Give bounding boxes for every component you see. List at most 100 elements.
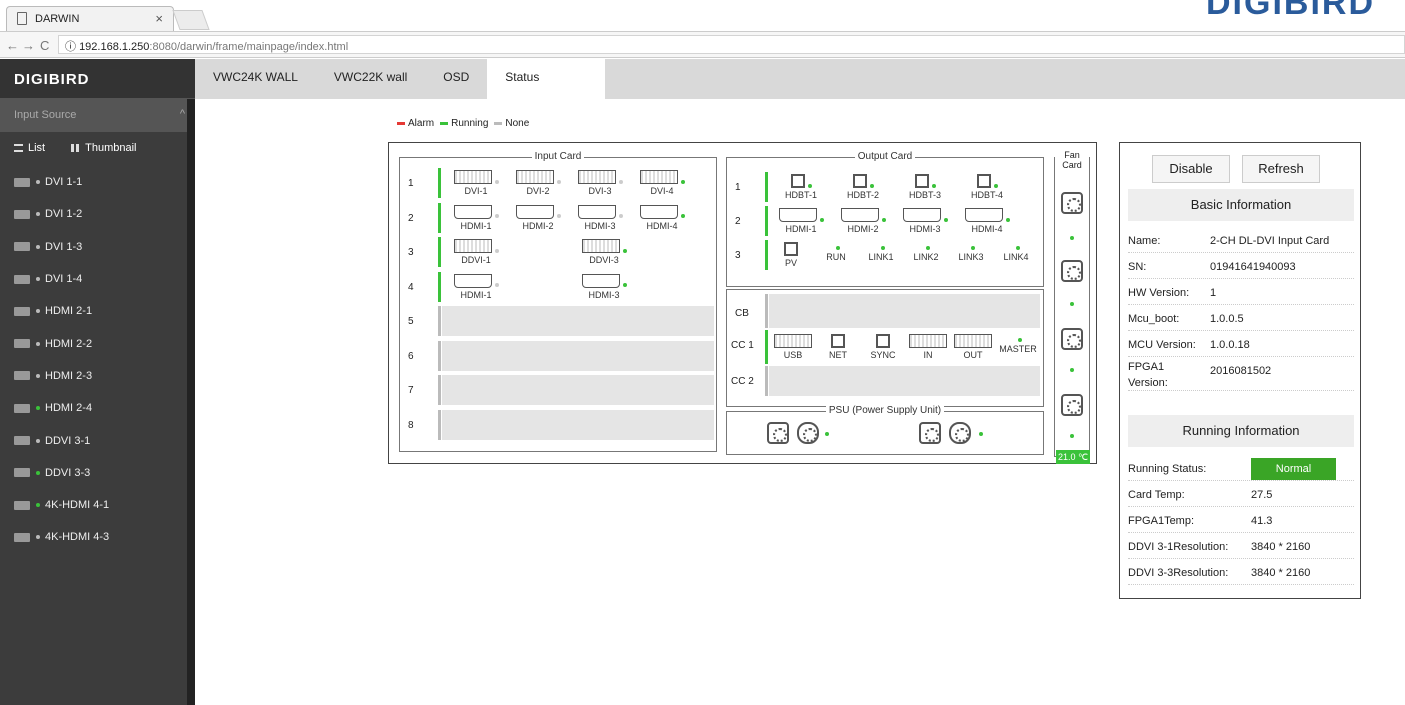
source-label: HDMI 2-2 [45,337,93,350]
source-icon [14,177,30,187]
source-item[interactable]: DDVI 3-1 [0,424,195,456]
input-port[interactable]: DDVI-3 [572,239,636,265]
output-port[interactable]: HDMI-1 [771,208,831,234]
source-item[interactable]: DDVI 3-3 [0,457,195,489]
cb-slot[interactable] [769,294,1040,328]
thumbnail-view-button[interactable]: Thumbnail [71,142,136,156]
list-view-button[interactable]: List [14,142,45,156]
cc1-port[interactable]: SYNC [861,334,905,360]
input-row[interactable]: 8 [400,409,716,440]
tab-vwc24k-wall[interactable]: VWC24K WALL [195,59,316,99]
back-icon[interactable]: ← [6,38,19,53]
output-port[interactable]: HDMI-3 [895,208,955,234]
empty-slot[interactable] [442,409,714,440]
source-item[interactable]: HDMI 2-3 [0,360,195,392]
input-port[interactable]: DVI-4 [630,170,694,196]
input-port[interactable]: HDMI-1 [444,273,508,300]
input-port[interactable]: HDMI-3 [568,204,632,231]
port-label: LINK3 [958,252,984,262]
output-port[interactable]: LINK3 [951,242,991,262]
tab-status[interactable]: Status [487,59,606,99]
input-row[interactable]: 4 HDMI-1 HDMI-3 [400,271,716,302]
input-port[interactable]: HDMI-2 [506,204,570,231]
output-port[interactable]: HDMI-4 [957,208,1017,234]
psu-box: PSU (Power Supply Unit) [726,405,1044,455]
input-row[interactable]: 6 [400,340,716,371]
input-row[interactable]: 5 [400,306,716,336]
output-port[interactable]: HDMI-2 [833,208,893,234]
chevron-up-icon[interactable]: ^ [180,108,185,120]
cc1-port[interactable]: IN [906,334,950,360]
source-item[interactable]: DVI 1-2 [0,198,195,230]
empty-slot[interactable] [442,306,714,336]
input-row[interactable]: 2 HDMI-1 HDMI-2 HDMI-3 HDMI-4 [400,202,716,233]
source-item[interactable]: DVI 1-1 [0,166,195,198]
output-port[interactable]: HDBT-1 [771,174,831,200]
output-row[interactable]: 3 PV RUN LINK1 LINK2 LINK3 LINK4 [727,240,1043,270]
close-tab-icon[interactable]: × [155,11,163,26]
output-port[interactable]: HDBT-3 [895,174,955,200]
input-port[interactable]: DVI-3 [568,170,632,196]
input-row[interactable]: 1 DVI-1 DVI-2 DVI-3 DVI-4 [400,168,716,198]
output-port[interactable]: LINK2 [906,242,946,262]
output-port[interactable]: LINK4 [996,242,1036,262]
source-item[interactable]: 4K-HDMI 4-3 [0,521,195,553]
fan4-status-dot [1070,434,1074,438]
browser-tab[interactable]: DARWIN × [6,6,174,31]
input-port[interactable]: DDVI-1 [444,239,508,265]
output-port[interactable]: PV [771,242,811,268]
row-number: 5 [408,316,414,327]
output-port[interactable]: RUN [816,242,856,262]
source-item[interactable]: HDMI 2-4 [0,392,195,424]
info-value: 1 [1210,287,1217,299]
running-swatch [440,121,449,125]
cc1-port[interactable]: OUT [951,334,995,360]
cc1-port[interactable]: NET [816,334,860,360]
output-row[interactable]: 2 HDMI-1 HDMI-2 HDMI-3 HDMI-4 [727,206,1043,236]
source-item[interactable]: HDMI 2-2 [0,327,195,359]
tab-vwc22k-wall[interactable]: VWC22K wall [316,59,425,99]
cc2-slot[interactable] [769,366,1040,396]
connector-icon [774,334,812,348]
input-port[interactable]: DVI-1 [444,170,508,196]
info-value: 3840 * 2160 [1251,541,1311,553]
input-port[interactable]: HDMI-3 [572,273,636,300]
cc1-ports[interactable]: USB NET SYNC IN OUT MASTER [771,330,1041,364]
input-row[interactable]: 7 [400,375,716,405]
source-item[interactable]: DVI 1-3 [0,231,195,263]
input-port[interactable]: HDMI-4 [630,204,694,231]
port-label: RUN [826,252,846,262]
row-status-bar [765,240,768,270]
source-item[interactable]: 4K-HDMI 4-1 [0,489,195,521]
sidebar-scrollbar[interactable] [187,99,195,705]
status-dot [36,341,40,346]
disable-button[interactable]: Disable [1152,155,1230,183]
refresh-button[interactable]: Refresh [1242,155,1320,183]
forward-icon[interactable]: → [22,38,35,53]
port-status-dot [993,183,998,188]
tab-osd[interactable]: OSD [425,59,487,99]
cc1-port[interactable]: USB [771,334,815,360]
output-port[interactable]: HDBT-2 [833,174,893,200]
new-tab-button[interactable] [172,10,210,30]
source-item[interactable]: DVI 1-4 [0,263,195,295]
input-source-header[interactable]: Input Source ^ [0,98,195,132]
source-item[interactable]: HDMI 2-1 [0,295,195,327]
url-input[interactable]: ⓘ 192.168.1.250:8080/darwin/frame/mainpa… [58,35,1405,54]
input-port[interactable]: HDMI-1 [444,204,508,231]
port-status-dot [880,245,885,250]
empty-slot[interactable] [442,375,714,405]
cc1-port[interactable]: MASTER [996,334,1040,354]
output-row[interactable]: 1 HDBT-1 HDBT-2 HDBT-3 HDBT-4 [727,172,1043,202]
port-status-dot [807,183,812,188]
output-port[interactable]: LINK1 [861,242,901,262]
input-port[interactable]: DVI-2 [506,170,570,196]
source-icon [14,532,30,542]
port-label: HDBT-3 [908,190,941,200]
empty-slot[interactable] [442,340,714,371]
input-row[interactable]: 3 DDVI-1 DDVI-3 [400,237,716,267]
fan-temperature: 21.0 ℃ [1056,450,1090,464]
port-status-dot [1005,217,1010,222]
reload-icon[interactable]: C [40,38,49,53]
output-port[interactable]: HDBT-4 [957,174,1017,200]
